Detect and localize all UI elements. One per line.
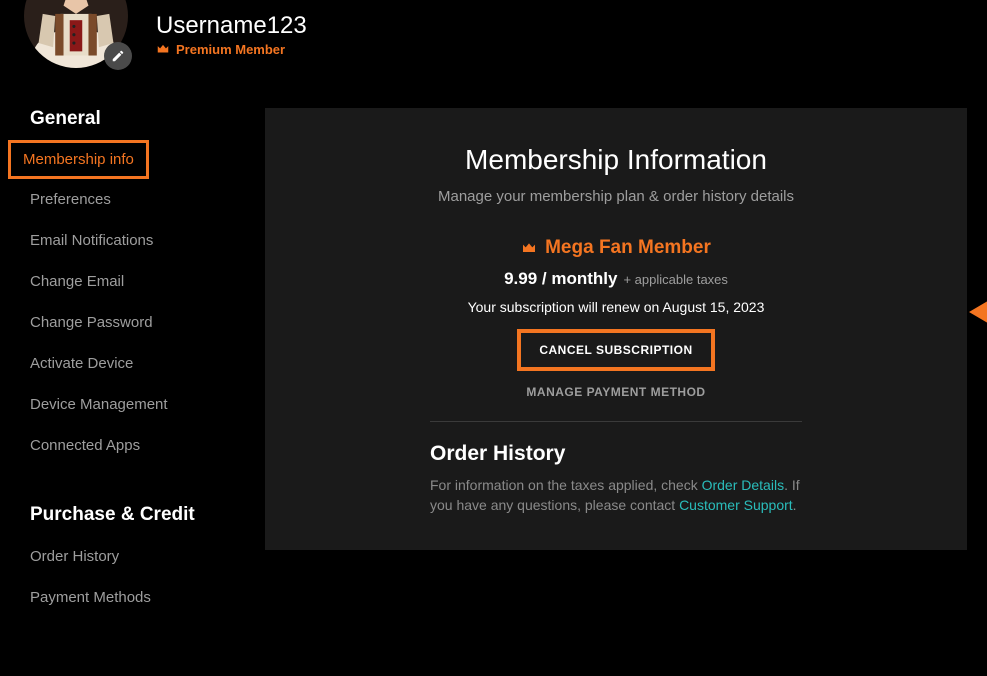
customer-support-link[interactable]: Customer Support <box>679 497 793 513</box>
order-text-pre: For information on the taxes applied, ch… <box>430 477 702 493</box>
manage-payment-method-button[interactable]: MANAGE PAYMENT METHOD <box>265 385 967 399</box>
sidebar-item-change-password[interactable]: Change Password <box>30 302 153 343</box>
price: 9.99 / monthly <box>504 269 617 289</box>
profile-header: Username123 Premium Member <box>0 0 987 78</box>
pencil-icon <box>111 49 125 63</box>
plan-row: Mega Fan Member <box>265 237 967 259</box>
sidebar: General Membership info Preferences Emai… <box>0 108 265 618</box>
price-row: 9.99 / monthly + applicable taxes <box>265 269 967 289</box>
content-panel: Membership Information Manage your membe… <box>265 108 967 550</box>
order-text-post: . <box>793 497 797 513</box>
crown-icon <box>156 42 170 56</box>
premium-badge-row: Premium Member <box>156 42 307 57</box>
page-subtitle: Manage your membership plan & order hist… <box>265 188 967 205</box>
sidebar-item-payment-methods[interactable]: Payment Methods <box>30 577 151 618</box>
crown-icon <box>521 240 537 256</box>
edit-avatar-button[interactable] <box>104 42 132 70</box>
tax-note: + applicable taxes <box>623 272 727 287</box>
sidebar-item-preferences[interactable]: Preferences <box>30 179 111 220</box>
annotation-arrow-icon <box>969 281 987 343</box>
sidebar-item-connected-apps[interactable]: Connected Apps <box>30 425 140 466</box>
section-heading-purchase: Purchase & Credit <box>30 504 265 526</box>
cancel-subscription-button[interactable]: CANCEL SUBSCRIPTION <box>517 329 714 371</box>
sidebar-item-order-history[interactable]: Order History <box>30 536 119 577</box>
sidebar-item-change-email[interactable]: Change Email <box>30 261 124 302</box>
sidebar-item-device-management[interactable]: Device Management <box>30 384 168 425</box>
order-history-text: For information on the taxes applied, ch… <box>430 476 802 515</box>
nav-group-purchase: Purchase & Credit Order History Payment … <box>30 504 265 618</box>
section-heading-general: General <box>30 108 265 130</box>
divider <box>430 421 802 422</box>
sidebar-item-activate-device[interactable]: Activate Device <box>30 343 133 384</box>
sidebar-item-membership-info[interactable]: Membership info <box>8 140 149 179</box>
content-inner: Membership Information Manage your membe… <box>265 144 967 515</box>
page-title: Membership Information <box>265 144 967 176</box>
plan-name: Mega Fan Member <box>545 237 711 259</box>
renew-note: Your subscription will renew on August 1… <box>265 299 967 315</box>
nav-group-general: General Membership info Preferences Emai… <box>30 108 265 466</box>
order-history-heading: Order History <box>430 442 802 466</box>
avatar-wrap <box>24 0 128 68</box>
layout: General Membership info Preferences Emai… <box>0 78 987 618</box>
sidebar-item-email-notifications[interactable]: Email Notifications <box>30 220 153 261</box>
user-info: Username123 Premium Member <box>156 12 307 57</box>
order-history-section: Order History For information on the tax… <box>430 442 802 515</box>
order-details-link[interactable]: Order Details <box>702 477 784 493</box>
username: Username123 <box>156 12 307 40</box>
premium-badge-label: Premium Member <box>176 42 285 57</box>
